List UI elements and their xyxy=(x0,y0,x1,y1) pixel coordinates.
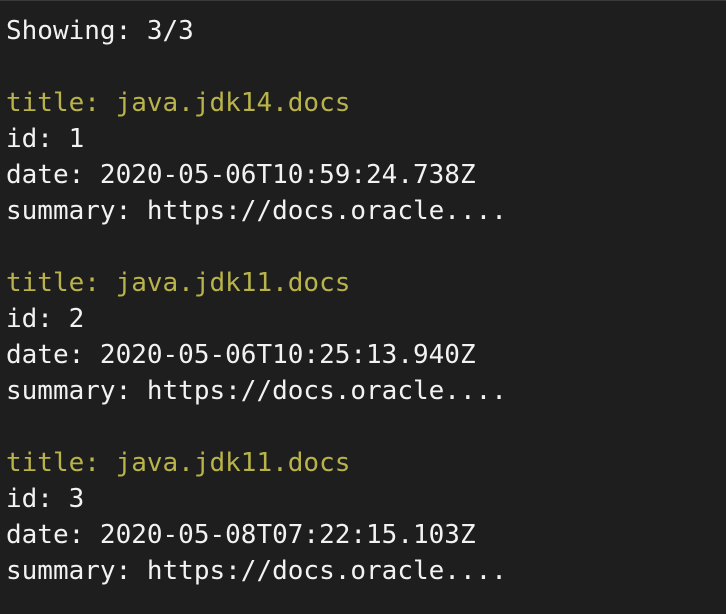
terminal-output: Showing: 3/3 title: java.jdk14.docs id: … xyxy=(0,0,726,614)
record-3-title: title: java.jdk11.docs xyxy=(6,448,351,478)
record-1-summary: summary: https://docs.oracle.... xyxy=(6,196,507,226)
record-2-summary: summary: https://docs.oracle.... xyxy=(6,376,507,406)
record-2-date: date: 2020-05-06T10:25:13.940Z xyxy=(6,340,476,370)
showing-count: Showing: 3/3 xyxy=(6,16,194,46)
record-2-id: id: 2 xyxy=(6,304,85,334)
record-3-date: date: 2020-05-08T07:22:15.103Z xyxy=(6,520,476,550)
record-2-title: title: java.jdk11.docs xyxy=(6,268,351,298)
record-3-summary: summary: https://docs.oracle.... xyxy=(6,556,507,586)
record-1-title: title: java.jdk14.docs xyxy=(6,88,351,118)
record-1-id: id: 1 xyxy=(6,124,85,154)
record-3-id: id: 3 xyxy=(6,484,85,514)
record-1-date: date: 2020-05-06T10:59:24.738Z xyxy=(6,160,476,190)
